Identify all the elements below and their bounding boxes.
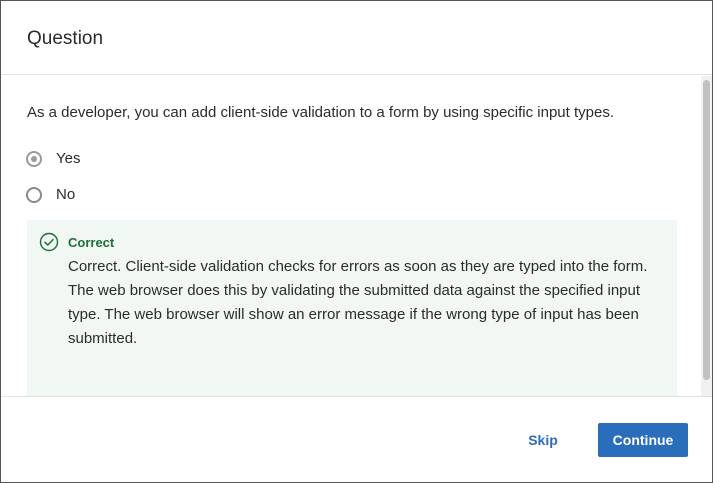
radio-yes[interactable] [26, 150, 42, 167]
check-circle-icon [39, 232, 59, 252]
question-dialog: Question As a developer, you can add cli… [0, 0, 713, 483]
scrollbar[interactable] [701, 76, 712, 396]
dialog-body: As a developer, you can add client-side … [1, 76, 701, 396]
option-yes-label: Yes [56, 150, 81, 167]
option-no[interactable]: No [26, 186, 75, 203]
dialog-footer: Skip Continue [1, 396, 712, 482]
continue-button[interactable]: Continue [598, 423, 688, 457]
scrollbar-thumb[interactable] [703, 80, 710, 380]
radio-no[interactable] [26, 186, 42, 203]
question-text: As a developer, you can add client-side … [27, 104, 614, 121]
feedback-text: Correct. Client-side validation checks f… [68, 258, 648, 347]
skip-button[interactable]: Skip [521, 424, 565, 456]
option-yes[interactable]: Yes [26, 150, 80, 167]
feedback-title: Correct [68, 235, 115, 250]
feedback-panel: Correct Correct. Client-side validation … [27, 220, 677, 396]
dialog-title: Question [27, 28, 104, 49]
option-no-label: No [56, 186, 76, 203]
dialog-header: Question [1, 1, 712, 75]
